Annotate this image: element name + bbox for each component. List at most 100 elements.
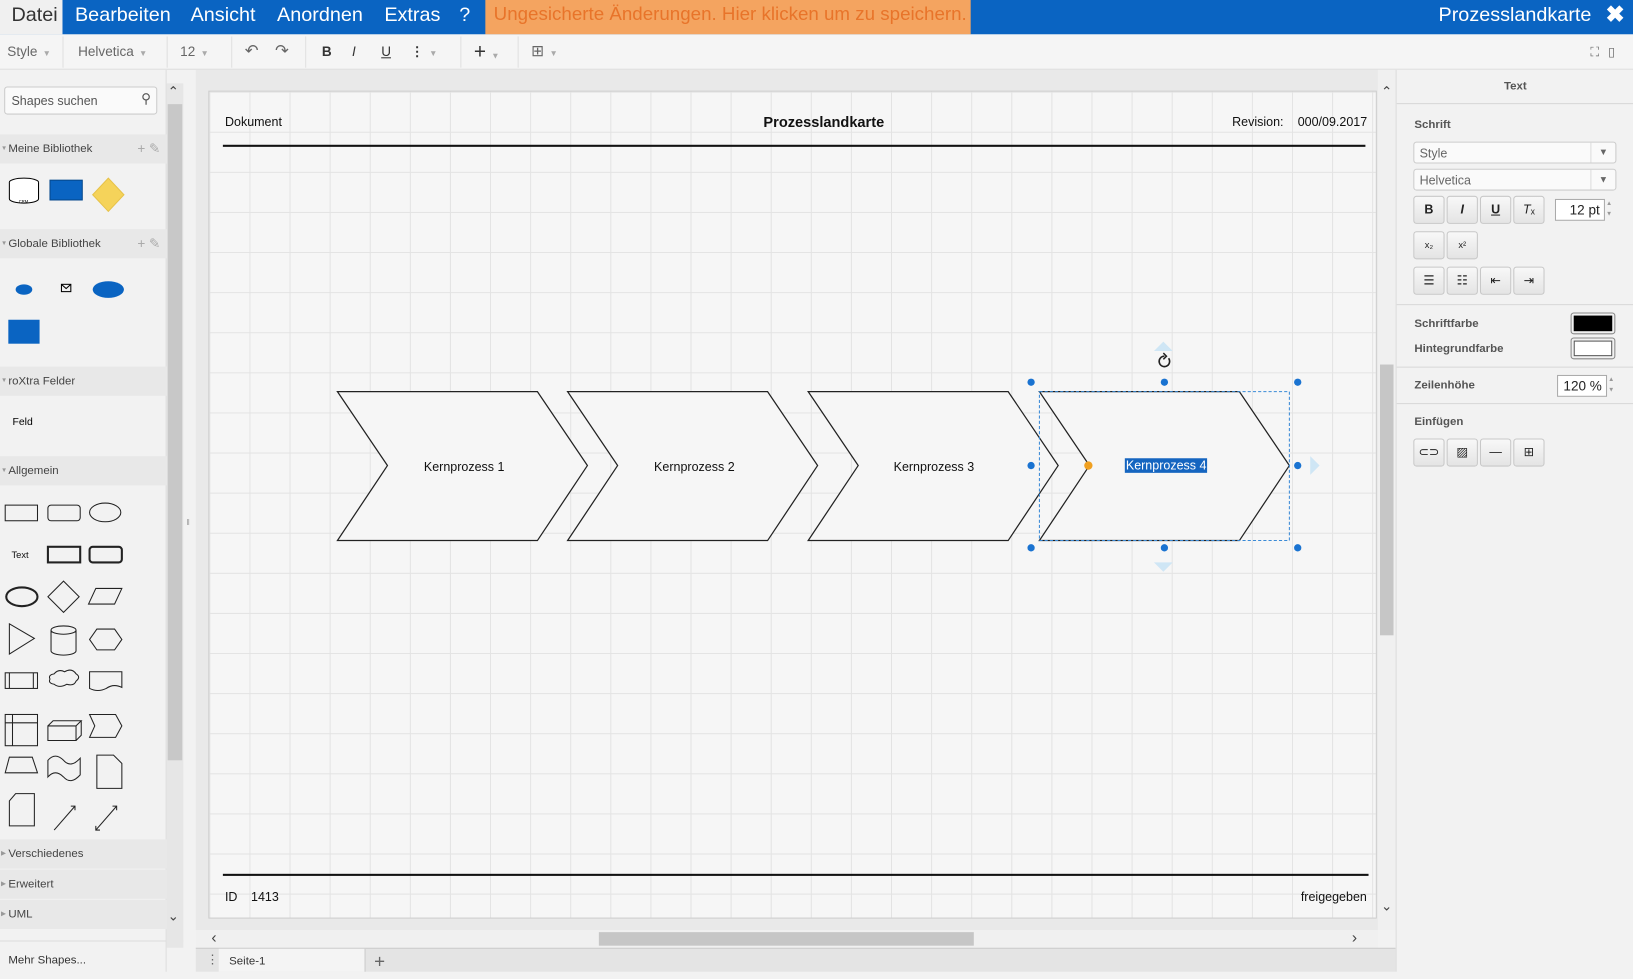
outdent-icon[interactable]: ⇤ (1479, 266, 1512, 295)
menu-help[interactable]: ? (448, 0, 482, 34)
menu-datei[interactable]: Datei (0, 0, 63, 35)
general-shapes[interactable]: Text (0, 492, 167, 836)
insert-line-icon[interactable]: — (1479, 438, 1512, 467)
section-label: Meine Bibliothek (8, 142, 93, 156)
section-label: roXtra Felder (8, 374, 76, 388)
undo-icon[interactable]: ↶ (245, 34, 259, 69)
line-height-spinner[interactable]: ▲ ▼ (1608, 375, 1618, 397)
add-page-icon[interactable]: + (364, 948, 394, 972)
more-shapes-link[interactable]: Mehr Shapes... (0, 940, 184, 971)
canvas-horizontal-thumb[interactable] (598, 932, 974, 946)
scroll-up-icon[interactable]: ⌃ (168, 83, 179, 100)
insert-image-icon[interactable]: ▨ (1446, 438, 1478, 467)
footer-divider (222, 873, 1369, 876)
insert-icon[interactable]: + ▼ (474, 34, 500, 69)
text-shape: Text (11, 550, 29, 560)
label-kernprozess-4-selected[interactable]: Kernprozess 4 (1124, 458, 1208, 473)
tab-seite-1[interactable]: Seite-1 (218, 948, 365, 972)
bold-button[interactable]: B (1413, 195, 1445, 224)
section-meine-bibliothek[interactable]: ▼ Meine Bibliothek + ✎ (0, 134, 167, 164)
bullet-list-icon[interactable]: ☷ (1446, 266, 1478, 295)
panel-toggle-icon[interactable]: ▯ (1608, 34, 1615, 69)
splitter-handle[interactable]: ‖ (186, 518, 189, 527)
diagram-page[interactable]: Dokument Prozesslandkarte Revision: 000/… (208, 90, 1377, 919)
font-dropdown[interactable]: Helvetica ▼ (78, 34, 147, 69)
bg-color-label: Hintegrundfarbe (1414, 342, 1504, 356)
page-menu-icon[interactable]: ⋮ (206, 952, 218, 967)
section-erweitert[interactable]: ▶ Erweitert (0, 869, 167, 899)
style-select-value: Style (1419, 145, 1448, 161)
superscript-icon[interactable]: x² (1446, 231, 1478, 260)
scroll-down-icon[interactable]: ⌄ (1381, 898, 1392, 915)
italic-button[interactable]: I (1446, 195, 1478, 224)
underline-button[interactable]: U (381, 34, 391, 69)
font-size-dropdown[interactable]: 12 ▼ (180, 34, 209, 69)
menu-extras[interactable]: Extras (373, 0, 452, 34)
menu-anordnen[interactable]: Anordnen (266, 0, 375, 34)
menu-bar: Datei Bearbeiten Ansicht Anordnen Extras… (0, 0, 1633, 35)
status-value: freigegeben (1300, 889, 1367, 905)
font-label: Helvetica (78, 43, 134, 60)
insert-table-icon[interactable]: ⊞ (1513, 438, 1545, 467)
section-allgemein[interactable]: ▼ Allgemein (0, 456, 167, 486)
header-title: Prozesslandkarte (763, 113, 885, 131)
indent-icon[interactable]: ⇥ (1513, 266, 1545, 295)
style-select[interactable]: Style ▼ (1413, 141, 1617, 164)
section-label: Erweitert (8, 877, 54, 891)
id-value: 1413 (251, 889, 279, 905)
font-size-label: 12 (180, 43, 196, 60)
insert-link-icon[interactable]: ⊂⊃ (1413, 438, 1445, 467)
label-kernprozess-3[interactable]: Kernprozess 3 (894, 459, 975, 474)
scroll-down-icon[interactable]: ⌄ (168, 908, 179, 925)
style-dropdown[interactable]: Style ▼ (7, 34, 51, 69)
font-size-input[interactable]: 12 pt (1554, 198, 1605, 221)
more-format-icon[interactable]: ⋮ ▼ (410, 34, 437, 69)
italic-button[interactable]: I (352, 34, 356, 69)
close-icon[interactable]: ✖ (1606, 0, 1625, 29)
id-label: ID (224, 889, 238, 905)
line-height-label: Zeilenhöhe (1414, 379, 1475, 392)
unsaved-changes-banner[interactable]: Ungesicherte Änderungen. Hier klicken um… (485, 0, 971, 35)
font-color-label: Schriftfarbe (1414, 317, 1479, 331)
fullscreen-icon[interactable]: ⛶ (1590, 34, 1599, 69)
font-heading: Schrift (1414, 118, 1451, 132)
scroll-left-icon[interactable]: ‹ (211, 929, 216, 947)
subscript-icon[interactable]: x₂ (1413, 231, 1445, 260)
label-kernprozess-1[interactable]: Kernprozess 1 (424, 459, 505, 474)
font-size-spinner[interactable]: ▲ ▼ (1606, 199, 1616, 221)
shape-search-input[interactable]: Shapes suchen ⚲ (4, 86, 158, 115)
bold-button[interactable]: B (322, 34, 332, 69)
global-library-shapes[interactable] (0, 268, 167, 362)
menu-ansicht[interactable]: Ansicht (179, 0, 267, 34)
my-library-shapes[interactable]: CRM (0, 170, 167, 222)
section-uml[interactable]: ▶ UML (0, 899, 167, 930)
insert-label: Einfügen (1414, 415, 1464, 429)
tab-text[interactable]: Text (1396, 70, 1633, 105)
section-globale-bibliothek[interactable]: ▼ Globale Bibliothek + ✎ (0, 229, 167, 259)
section-label: UML (8, 908, 33, 921)
shape-sidebar: Shapes suchen ⚲ ▼ Meine Bibliothek + ✎ CRM … (0, 69, 184, 972)
section-roxtra-felder[interactable]: ▼ roXtra Felder (0, 366, 167, 396)
label-kernprozess-2[interactable]: Kernprozess 2 (654, 459, 735, 474)
numbered-list-icon[interactable]: ☰ (1413, 266, 1445, 295)
redo-icon[interactable]: ↷ (275, 34, 289, 69)
revision-value: 000/09.2017 (1297, 114, 1368, 130)
clear-format-icon[interactable]: Tₓ (1513, 195, 1545, 224)
scroll-right-icon[interactable]: › (1352, 929, 1357, 947)
line-height-input[interactable]: 120 % (1557, 374, 1608, 397)
table-icon[interactable]: ⊞ ▼ (531, 34, 558, 69)
add-edit-icon[interactable]: + ✎ (137, 134, 160, 163)
section-verschiedenes[interactable]: ▶ Verschiedenes (0, 839, 167, 869)
canvas-vertical-thumb[interactable] (1379, 364, 1394, 636)
field-shape[interactable]: Feld (12, 417, 32, 428)
underline-button[interactable]: U (1479, 195, 1512, 224)
font-color-swatch[interactable] (1570, 312, 1616, 335)
search-icon[interactable]: ⚲ (141, 91, 151, 108)
scroll-up-icon[interactable]: ⌃ (1381, 83, 1392, 100)
sidebar-scroll-thumb[interactable] (167, 104, 183, 761)
menu-bearbeiten[interactable]: Bearbeiten (64, 0, 183, 34)
document-title: Prozesslandkarte (1438, 4, 1592, 27)
font-select[interactable]: Helvetica ▼ (1413, 168, 1617, 191)
add-edit-icon[interactable]: + ✎ (137, 229, 160, 258)
bg-color-swatch[interactable] (1570, 337, 1616, 360)
